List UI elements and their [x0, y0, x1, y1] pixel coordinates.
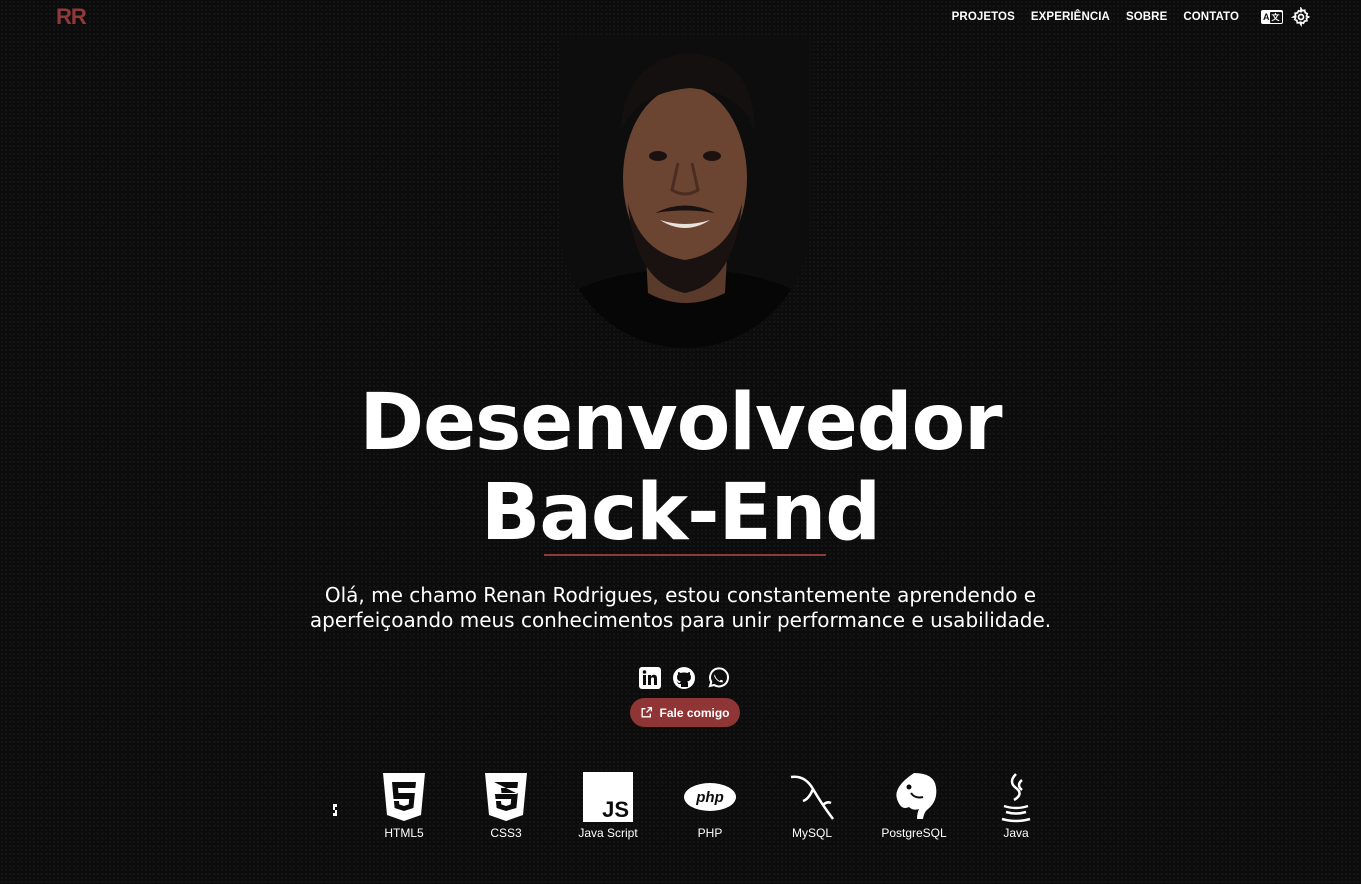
nav-experiencia[interactable]: EXPERIÊNCIA	[1031, 11, 1110, 23]
contact-button[interactable]: Fale comigo	[630, 698, 740, 727]
tech-css3: CSS3	[461, 770, 551, 840]
nav-icons: A文	[1261, 7, 1311, 27]
java-icon	[1001, 773, 1031, 823]
top-nav: PROJETOS EXPERIÊNCIA SOBRE CONTATO A文	[952, 7, 1311, 27]
tech-carousel: HTML5 CSS3 JS Java Script php PHP MySQL	[330, 770, 1031, 850]
site-logo[interactable]: RR	[56, 4, 87, 30]
tech-label: HTML5	[384, 826, 424, 840]
profile-photo	[560, 38, 810, 348]
mysql-icon	[790, 775, 835, 820]
tech-label: PHP	[697, 826, 723, 840]
external-link-icon	[641, 706, 653, 718]
gear-icon[interactable]	[1291, 7, 1311, 27]
contact-button-label: Fale comigo	[659, 705, 730, 720]
tech-mysql: MySQL	[767, 770, 857, 840]
hero-title-line1: Desenvolvedor	[359, 378, 1002, 468]
php-icon: php	[684, 783, 736, 811]
nav-sobre[interactable]: SOBRE	[1126, 11, 1167, 23]
tech-html5: HTML5	[359, 770, 449, 840]
intro-line1: Olá, me chamo Renan Rodrigues, estou con…	[324, 583, 1037, 607]
tech-label: Java Script	[578, 826, 638, 840]
svg-text:JS: JS	[602, 797, 629, 822]
html5-icon	[383, 773, 425, 821]
tech-postgresql: PostgreSQL	[869, 770, 959, 840]
title-underline	[544, 554, 826, 556]
tech-javascript: JS Java Script	[563, 770, 653, 840]
translate-icon[interactable]: A文	[1261, 10, 1283, 24]
tech-label: MySQL	[791, 826, 832, 840]
tech-label: CSS3	[490, 826, 522, 840]
hero-intro: Olá, me chamo Renan Rodrigues, estou con…	[0, 583, 1361, 633]
javascript-icon: JS	[583, 772, 633, 822]
tech-java: Java	[971, 770, 1061, 840]
hero-title-line2: Back-End	[480, 468, 881, 558]
postgresql-icon	[896, 773, 937, 819]
nav-projetos[interactable]: PROJETOS	[952, 11, 1015, 23]
social-links	[638, 666, 730, 690]
tech-php: php PHP	[665, 770, 755, 840]
tech-label: Java	[1003, 826, 1029, 840]
linkedin-icon[interactable]	[638, 666, 662, 690]
hero-title: Desenvolvedor Back-End	[0, 378, 1361, 558]
tech-label: PostgreSQL	[881, 826, 947, 840]
nav-contato[interactable]: CONTATO	[1183, 11, 1239, 23]
intro-line2: aperfeiçoando meus conhecimentos para un…	[309, 608, 1052, 632]
github-icon[interactable]	[672, 666, 696, 690]
whatsapp-icon[interactable]	[706, 666, 730, 690]
css3-icon	[485, 773, 527, 821]
svg-text:php: php	[695, 789, 724, 806]
